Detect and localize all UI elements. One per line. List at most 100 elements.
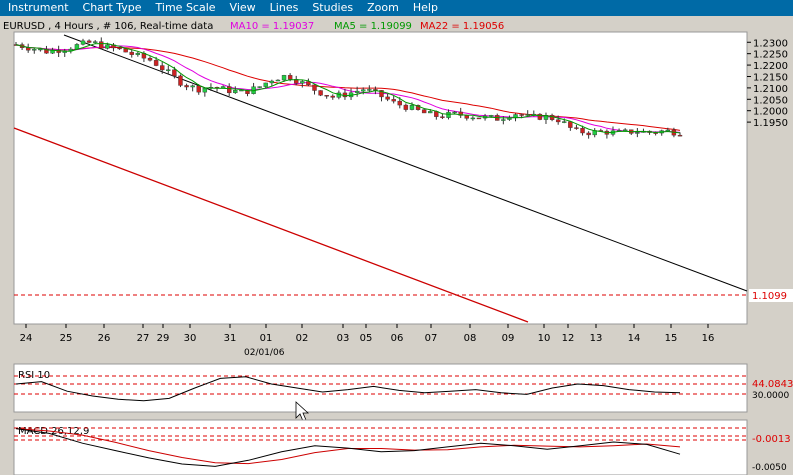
- candle-body: [86, 40, 92, 43]
- candle-body: [470, 117, 476, 120]
- candle-body: [38, 48, 43, 51]
- date-axis: 24 25 26 27 29 30 31 01 02 03 05 06 07 08 09 10 12 13 14 15…: [20, 324, 715, 344]
- candle-body: [129, 51, 134, 55]
- ma22-label: MA22 = 1.19056: [420, 21, 504, 32]
- chart-area[interactable]: EURUSD , 4 Hours , # 106, Real-time data…: [0, 16, 793, 475]
- candle-body: [227, 86, 232, 94]
- date-tick-label: 07: [425, 333, 438, 344]
- date-tick-label: 12: [562, 333, 575, 344]
- rsi-panel[interactable]: [13, 363, 748, 413]
- candle-body: [519, 114, 524, 116]
- menu-time-scale[interactable]: Time Scale: [149, 0, 223, 16]
- candle-body: [476, 117, 482, 120]
- candle-body: [568, 121, 573, 128]
- candle-body: [92, 41, 98, 43]
- date-tick-label: 26: [98, 333, 111, 344]
- candle-body: [464, 115, 469, 119]
- date-tick-label: 03: [337, 333, 350, 344]
- candle-body: [525, 114, 530, 116]
- candle-body: [202, 88, 208, 93]
- price-tick-label: 1.1950: [753, 118, 788, 129]
- date-tick-label: 01: [260, 333, 273, 344]
- candle-body: [501, 119, 506, 121]
- candle-body: [391, 99, 396, 102]
- date-tick-label: 10: [538, 333, 551, 344]
- price-tick-label: 1.2000: [753, 107, 788, 118]
- candle-body: [665, 129, 671, 132]
- candle-body: [361, 89, 366, 92]
- price-tick-label: 1.2300: [753, 38, 788, 49]
- candle-body: [233, 90, 238, 94]
- candle-body: [324, 95, 329, 97]
- date-tick-label: 25: [60, 333, 73, 344]
- candle-body: [123, 48, 128, 53]
- candle-body: [385, 96, 390, 100]
- candle-body: [178, 75, 183, 86]
- price-tick-label: 1.2050: [753, 95, 788, 106]
- candle-body: [330, 95, 335, 98]
- candle-body: [586, 132, 591, 136]
- date-tick-label: 05: [360, 333, 373, 344]
- menu-zoom[interactable]: Zoom: [360, 0, 406, 16]
- date-tick-label: 15: [665, 333, 678, 344]
- candle-body: [452, 111, 457, 114]
- menu-instrument[interactable]: Instrument: [0, 0, 76, 16]
- candle-body: [220, 86, 226, 89]
- date-tick-label: 24: [20, 333, 33, 344]
- price-tick-label: 1.2250: [753, 50, 788, 61]
- candle-body: [409, 105, 415, 110]
- ma10-label: MA10 = 1.19037: [230, 21, 314, 32]
- price-tick-label: 1.2200: [753, 61, 788, 72]
- price-tick-label: 1.2150: [753, 72, 788, 83]
- candle-body: [160, 65, 165, 71]
- date-tick-label: 27: [137, 333, 150, 344]
- menu-bar: Instrument Chart Type Time Scale View Li…: [0, 0, 793, 16]
- candle-body: [184, 85, 189, 88]
- candle-body: [574, 127, 579, 129]
- candle-body: [196, 85, 201, 93]
- candle-body: [488, 115, 494, 117]
- date-tick-label: 14: [628, 333, 641, 344]
- candle-body: [397, 100, 402, 106]
- candle-body: [74, 44, 80, 50]
- menu-chart-type[interactable]: Chart Type: [76, 0, 149, 16]
- menu-lines[interactable]: Lines: [263, 0, 306, 16]
- candle-body: [354, 90, 360, 93]
- candle-body: [99, 41, 104, 49]
- candle-body: [446, 111, 451, 118]
- candle-body: [117, 47, 122, 50]
- candle-body: [677, 134, 683, 137]
- candle-body: [555, 119, 561, 123]
- menu-view[interactable]: View: [223, 0, 263, 16]
- date-tick-label: 08: [464, 333, 477, 344]
- rsi-level-label: 30.0000: [752, 391, 789, 401]
- candle-body: [312, 84, 317, 91]
- date-tick-label: 31: [224, 333, 237, 344]
- chart-info-label: EURUSD , 4 Hours , # 106, Real-time data: [3, 21, 213, 32]
- date-tick-label: 16: [702, 333, 715, 344]
- candle-body: [166, 69, 171, 71]
- candle-body: [287, 75, 293, 80]
- date-tick-label: 09: [502, 333, 515, 344]
- current-price-label: 1.1099: [752, 291, 787, 302]
- date-sub-label: 02/01/06: [244, 348, 285, 358]
- candle-body: [153, 60, 159, 66]
- macd-value-label: -0.0013: [752, 434, 791, 445]
- candle-body: [135, 52, 141, 55]
- price-panel[interactable]: [13, 31, 748, 325]
- rsi-value-label: 44.0843: [752, 379, 793, 390]
- price-tick-label: 1.2100: [753, 84, 788, 95]
- date-tick-label: 06: [391, 333, 404, 344]
- price-axis: 1.23001.22501.22001.21501.21001.20501.20…: [747, 38, 788, 129]
- menu-studies[interactable]: Studies: [305, 0, 360, 16]
- candle-body: [537, 113, 543, 120]
- ma5-label: MA5 = 1.19099: [334, 21, 412, 32]
- menu-help[interactable]: Help: [406, 0, 445, 16]
- candle-body: [403, 104, 409, 110]
- candle-body: [147, 57, 153, 61]
- candle-body: [172, 69, 177, 77]
- date-tick-label: 02: [296, 333, 309, 344]
- candle-body: [32, 49, 37, 51]
- candle-body: [257, 86, 262, 88]
- candle-body: [318, 90, 323, 96]
